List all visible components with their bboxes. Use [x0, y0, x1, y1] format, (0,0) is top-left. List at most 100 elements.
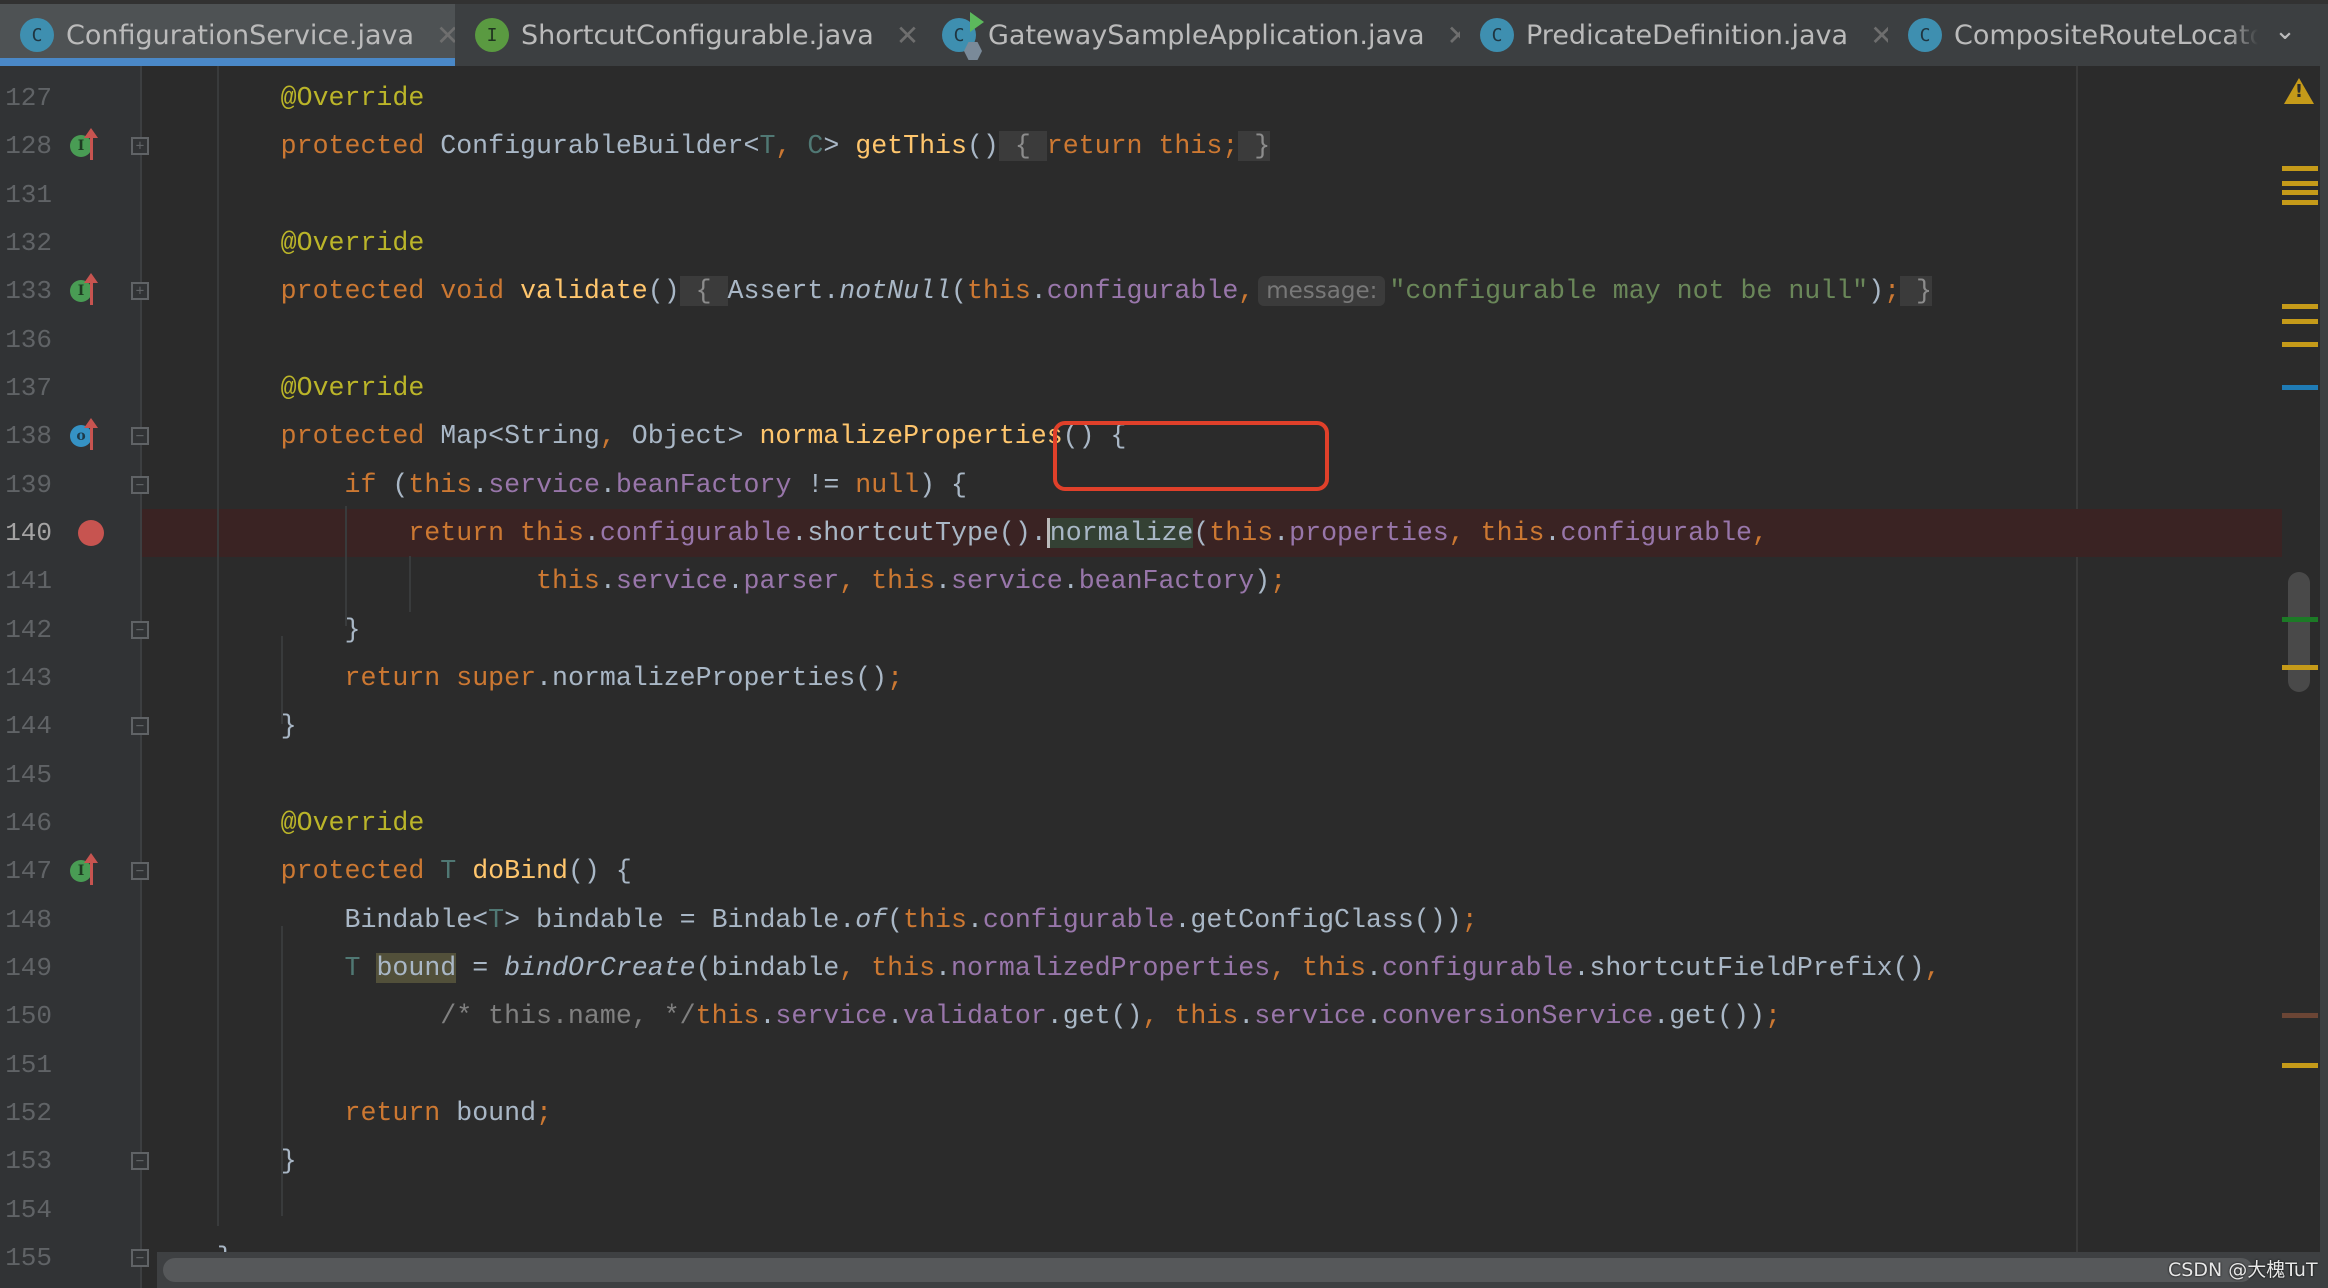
code-token: >: [823, 131, 856, 162]
implements-method-icon[interactable]: I: [66, 267, 106, 315]
collapse-fold-icon[interactable]: −: [131, 427, 149, 446]
run-config-icon: [970, 12, 984, 32]
line-number: 149: [5, 952, 52, 983]
code-token: {: [998, 131, 1047, 162]
collapse-fold-icon[interactable]: −: [131, 717, 149, 736]
close-tab-icon[interactable]: ✕: [896, 19, 919, 52]
tab-overflow-fade: [2228, 4, 2258, 66]
error-stripe-mark[interactable]: [2282, 319, 2318, 324]
code-token: (bindable: [695, 952, 840, 983]
code-line[interactable]: protected Map<String, Object> normalizeP…: [153, 412, 1127, 460]
code-line[interactable]: }: [153, 702, 297, 750]
code-line[interactable]: T bound = bindOrCreate(bindable, this.no…: [153, 944, 1941, 992]
overrides-method-icon[interactable]: o: [66, 412, 106, 460]
code-token: validate: [520, 276, 648, 307]
code-token: .normalizeProperties(): [536, 662, 888, 693]
expand-fold-icon[interactable]: +: [131, 137, 149, 156]
expand-fold-icon[interactable]: +: [131, 282, 149, 301]
code-line[interactable]: protected void validate() { Assert.notNu…: [153, 267, 1932, 315]
code-line[interactable]: Bindable<T> bindable = Bindable.of(this.…: [153, 896, 1478, 944]
editor-gutter[interactable]: 127 128 I 131 132 133 I 136 137 138 o 139 140 141 142 1…: [0, 66, 142, 1288]
code-line[interactable]: this.service.parser, this.service.beanFa…: [153, 557, 1286, 605]
error-stripe-mark[interactable]: [2282, 665, 2318, 670]
code-token: configurable: [982, 904, 1175, 935]
code-line[interactable]: @Override: [153, 74, 425, 122]
collapse-fold-icon[interactable]: −: [131, 620, 149, 639]
collapse-fold-icon[interactable]: −: [131, 475, 149, 494]
tab-compositeroutelocato[interactable]: C CompositeRouteLocato: [1888, 4, 2258, 66]
code-line[interactable]: @Override: [153, 364, 425, 412]
code-line[interactable]: return super.normalizeProperties();: [153, 654, 904, 702]
code-line[interactable]: }: [153, 606, 361, 654]
implements-method-icon[interactable]: I: [66, 847, 106, 895]
line-number: 145: [5, 759, 52, 790]
code-line[interactable]: /* this.name, */this.service.validator.g…: [153, 992, 1781, 1040]
code-line[interactable]: return this.configurable.shortcutType().…: [153, 509, 1768, 557]
code-token: configurable: [1560, 517, 1752, 548]
vertical-scrollbar-thumb[interactable]: [2288, 572, 2310, 692]
error-stripe-mark[interactable]: [2282, 385, 2318, 390]
code-token: .: [1238, 1001, 1255, 1032]
code-line[interactable]: @Override: [153, 799, 425, 847]
code-line[interactable]: @Override: [153, 219, 425, 267]
line-number: 127: [5, 83, 52, 113]
tab-gatewaysampleapplication[interactable]: C GatewaySampleApplication.java ✕: [922, 4, 1460, 66]
arrow-up-icon: [84, 853, 98, 886]
collapse-fold-icon[interactable]: −: [131, 862, 149, 881]
close-tab-icon[interactable]: ✕: [436, 19, 455, 52]
error-stripe-mark[interactable]: [2282, 1013, 2318, 1018]
code-token: protected: [280, 856, 441, 887]
code-token: validator: [903, 1001, 1047, 1032]
code-token: notNull: [839, 276, 951, 307]
tab-label: CompositeRouteLocato: [1954, 19, 2258, 51]
code-token: bound: [456, 1097, 537, 1128]
code-token: .: [1062, 566, 1079, 597]
tab-shortcutconfigurable[interactable]: I ShortcutConfigurable.java ✕: [455, 4, 922, 66]
code-token: ,: [839, 952, 872, 983]
code-token: this: [1480, 517, 1545, 548]
close-tab-icon[interactable]: ✕: [1447, 19, 1460, 52]
code-token: beanFactory: [1078, 566, 1255, 597]
code-token: service: [488, 469, 600, 500]
line-number: 133: [5, 276, 52, 307]
code-line[interactable]: protected T doBind() {: [153, 847, 632, 895]
show-hidden-tabs-chevron-icon[interactable]: ⌄: [2268, 14, 2302, 48]
code-token: ): [1868, 276, 1885, 307]
code-token: }: [153, 711, 297, 742]
tab-configurationservice[interactable]: C ConfigurationService.java ✕: [0, 4, 455, 66]
code-token: this: [871, 566, 936, 597]
code-token: T: [344, 952, 377, 983]
code-token: getThis: [855, 131, 967, 162]
code-token: Map<String: [440, 421, 600, 452]
code-line[interactable]: return bound;: [153, 1089, 552, 1137]
horizontal-scrollbar-thumb[interactable]: [163, 1258, 2253, 1282]
error-stripe-mark[interactable]: [2282, 200, 2318, 205]
code-token: ,: [1924, 952, 1941, 983]
tab-label: ConfigurationService.java: [66, 19, 415, 51]
collapse-fold-icon[interactable]: −: [131, 1152, 149, 1171]
class-icon: C: [1908, 18, 1942, 52]
code-line[interactable]: if (this.service.beanFactory != null) {: [153, 461, 968, 509]
error-stripe-mark[interactable]: [2282, 181, 2318, 186]
tab-label: GatewaySampleApplication.java: [988, 19, 1425, 51]
close-tab-icon[interactable]: ✕: [1870, 19, 1888, 52]
error-stripe-mark[interactable]: [2282, 1063, 2318, 1068]
code-line[interactable]: protected ConfigurableBuilder<T, C> getT…: [153, 122, 1271, 170]
code-token: .: [1365, 952, 1382, 983]
error-stripe-mark[interactable]: [2282, 166, 2318, 171]
error-stripe-mark[interactable]: [2282, 304, 2318, 309]
code-token: =: [456, 952, 505, 983]
implements-method-icon[interactable]: I: [66, 122, 106, 170]
breakpoint-icon[interactable]: [78, 519, 104, 546]
error-stripe-mark[interactable]: [2282, 190, 2318, 195]
tab-predicatedefinition[interactable]: C PredicateDefinition.java ✕: [1460, 4, 1888, 66]
code-token: .: [1365, 1001, 1382, 1032]
error-stripe-mark[interactable]: [2282, 342, 2318, 347]
error-stripe-mark[interactable]: [2282, 617, 2318, 622]
code-editor[interactable]: @Override protected ConfigurableBuilder<…: [142, 66, 2282, 1288]
code-line[interactable]: }: [153, 1137, 297, 1185]
collapse-fold-icon[interactable]: −: [131, 1248, 149, 1267]
vertical-scrollbar-track[interactable]: [2320, 66, 2328, 1288]
code-token: .get()): [1653, 1001, 1765, 1032]
